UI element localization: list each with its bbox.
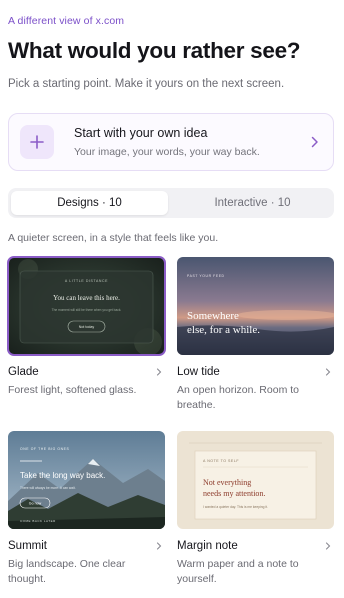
summit-footer: COME BACK LATER (20, 519, 56, 523)
summit-preview: ONE OF THE BIG ONES Take the long way ba… (8, 431, 165, 529)
view-toggle: Designs · 10 Interactive · 10 (8, 188, 334, 218)
summit-button: Go now (29, 502, 42, 506)
design-card-margin-note[interactable]: A NOTE TO SELF Not everything needs my a… (177, 431, 334, 587)
page-title: What would you rather see? (8, 38, 301, 63)
design-card-summit[interactable]: ONE OF THE BIG ONES Take the long way ba… (8, 431, 165, 587)
own-idea-subtitle: Your image, your words, your way back. (74, 146, 260, 158)
tab-interactive[interactable]: Interactive · 10 (174, 191, 331, 215)
design-description: Warm paper and a note to yourself. (177, 558, 299, 585)
glade-button: Not today (79, 325, 95, 329)
design-description: An open horizon. Room to breathe. (177, 384, 299, 411)
glade-preview: A LITTLE DISTANCE You can leave this her… (7, 256, 166, 356)
eyebrow-text: A different view of x.com (8, 15, 125, 27)
margin-note-headline-1: Not everything (203, 478, 251, 487)
margin-note-preview: A NOTE TO SELF Not everything needs my a… (177, 431, 334, 529)
design-description: Forest light, softened glass. (8, 384, 137, 396)
chevron-right-icon (325, 542, 331, 550)
summit-headline: Take the long way back. (20, 471, 105, 480)
design-name: Glade (8, 366, 39, 378)
chevron-right-icon (156, 542, 162, 550)
chevron-right-icon (156, 368, 162, 376)
design-card-glade[interactable]: A LITTLE DISTANCE You can leave this her… (7, 256, 166, 398)
glade-headline: You can leave this here. (53, 294, 120, 302)
low-tide-headline-1: Somewhere (187, 310, 239, 322)
glade-kicker: A LITTLE DISTANCE (65, 279, 108, 283)
low-tide-preview: PAST YOUR FEED Somewhere else, for a whi… (177, 257, 334, 355)
own-idea-title: Start with your own idea (74, 126, 208, 140)
own-idea-card[interactable]: Start with your own idea Your image, you… (8, 113, 334, 171)
summit-body: There will always be more. It can wait. (20, 486, 76, 490)
design-name: Low tide (177, 366, 220, 378)
page-subtitle: Pick a starting point. Make it yours on … (8, 78, 285, 90)
design-description: Big landscape. One clear thought. (8, 558, 126, 585)
low-tide-headline-2: else, for a while. (187, 324, 260, 336)
low-tide-kicker: PAST YOUR FEED (187, 274, 225, 278)
tab-designs[interactable]: Designs · 10 (11, 191, 168, 215)
chevron-right-icon (311, 136, 318, 148)
section-hint: A quieter screen, in a style that feels … (8, 232, 219, 244)
chevron-right-icon (325, 368, 331, 376)
design-name: Summit (8, 540, 47, 552)
design-card-low-tide[interactable]: PAST YOUR FEED Somewhere else, for a whi… (177, 257, 334, 413)
margin-note-kicker: A NOTE TO SELF (203, 459, 239, 463)
margin-note-headline-2: needs my attention. (203, 489, 265, 498)
design-name: Margin note (177, 540, 238, 552)
glade-body: The moment will still be there when you … (52, 308, 122, 312)
plus-icon (20, 125, 54, 159)
summit-kicker: ONE OF THE BIG ONES (20, 447, 70, 451)
margin-note-body: I wanted a quieter day. This is me keepi… (203, 505, 268, 509)
